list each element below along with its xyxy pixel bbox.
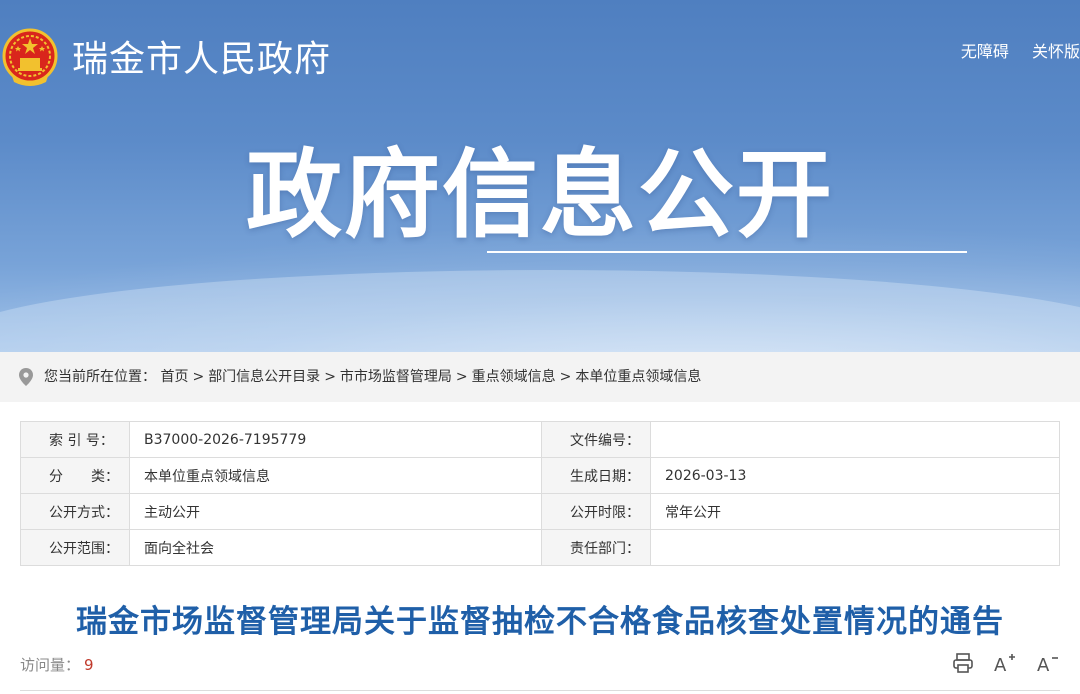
breadcrumb-dept-directory[interactable]: 部门信息公开目录 [208,369,320,385]
banner-title: 政府信息公开 [246,139,834,251]
svg-text:A: A [1037,655,1050,674]
breadcrumb: 您当前所在位置： 首页 > 部门信息公开目录 > 市市场监督管理局 > 重点领域信息 > 本单位… [0,352,1080,402]
document-number-label: 文件编号： [570,432,640,449]
breadcrumb-separator: > [559,369,572,385]
national-emblem-icon [2,28,58,86]
font-decrease-icon[interactable]: A [1036,652,1060,678]
table-row: 索 引 号： B37000-2026-7195779 文件编号： [20,421,1060,458]
disclosure-method-value: 主动公开 [129,493,542,530]
generated-date-value: 2026-03-13 [650,457,1060,494]
breadcrumb-prefix: 您当前所在位置： [44,369,156,385]
elderly-mode-link[interactable]: 关怀版 [1032,38,1080,62]
svg-text:A: A [994,655,1007,674]
document-meta-table: 索 引 号： B37000-2026-7195779 文件编号： 分 类： 本单… [20,421,1060,566]
table-row: 分 类： 本单位重点领域信息 生成日期： 2026-03-13 [20,457,1060,494]
banner-title-underline [487,251,967,253]
site-name[interactable]: 瑞金市人民政府 [72,36,331,84]
responsible-dept-label: 责任部门： [570,540,640,557]
breadcrumb-separator: > [324,369,336,385]
disclosure-method-label: 公开方式： [49,504,119,521]
breadcrumb-home[interactable]: 首页 [160,369,188,385]
index-number-value: B37000-2026-7195779 [129,421,542,458]
table-row: 公开方式： 主动公开 公开时限： 常年公开 [20,493,1060,530]
visit-count-value: 9 [84,656,94,674]
breadcrumb-market-bureau[interactable]: 市市场监督管理局 [340,369,452,385]
breadcrumb-separator: > [192,369,205,385]
table-row: 公开范围： 面向全社会 责任部门： [20,529,1060,566]
disclosure-scope-value: 面向全社会 [129,529,542,566]
article-title: 瑞金市场监督管理局关于监督抽检不合格食品核查处置情况的通告 [76,604,1004,640]
font-increase-icon[interactable]: A [993,652,1017,678]
print-icon[interactable] [952,652,974,678]
responsible-dept-value [650,529,1060,566]
visit-count: 访问量： 9 [20,654,94,675]
header-banner: 瑞金市人民政府 无障碍 关怀版 政府信息公开 [0,0,1080,352]
category-label: 分 类： [49,468,119,485]
disclosure-period-label: 公开时限： [570,504,640,521]
generated-date-label: 生成日期： [570,468,640,485]
disclosure-period-value: 常年公开 [650,493,1060,530]
document-number-value [650,421,1060,458]
breadcrumb-key-areas[interactable]: 重点领域信息 [472,369,556,385]
divider [20,690,1060,691]
accessibility-link[interactable]: 无障碍 [961,38,1009,62]
breadcrumb-separator: > [455,369,468,385]
breadcrumb-unit-key-areas[interactable]: 本单位重点领域信息 [575,369,701,385]
top-links: 无障碍 关怀版 [943,38,1080,62]
index-number-label: 索 引 号： [49,432,114,449]
category-value: 本单位重点领域信息 [129,457,542,494]
article-tools: A A [938,652,1060,678]
location-pin-icon [19,368,33,386]
visit-count-label: 访问量： [20,656,81,674]
disclosure-scope-label: 公开范围： [49,540,119,557]
